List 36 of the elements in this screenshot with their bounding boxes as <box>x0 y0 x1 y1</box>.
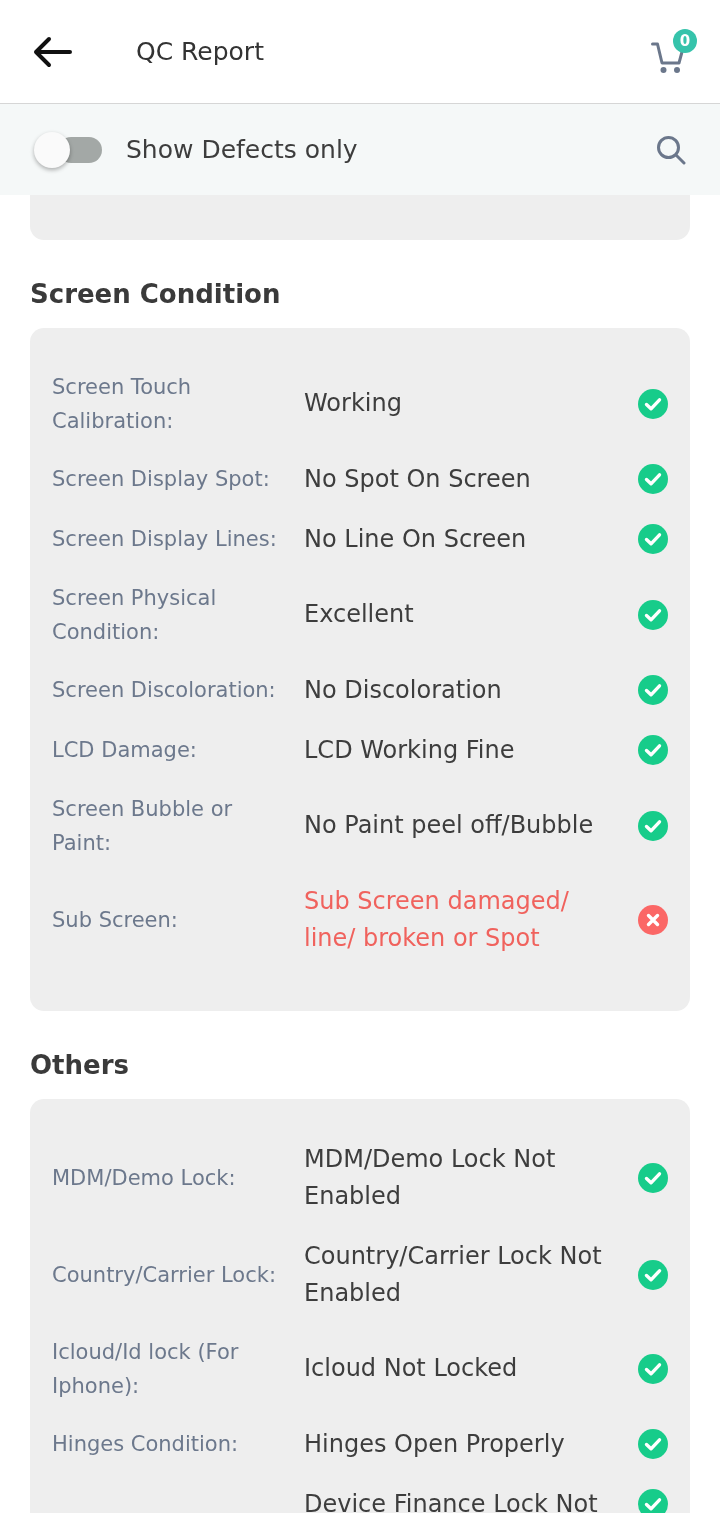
field-label: Icloud/Id lock (For Iphone): <box>52 1338 240 1400</box>
section-heading: Others <box>30 1049 130 1082</box>
back-button[interactable] <box>32 35 72 68</box>
field-label: Country/Carrier Lock: <box>52 1261 277 1289</box>
search-button[interactable] <box>656 134 686 165</box>
field-label: Screen Touch Calibration: <box>52 373 193 435</box>
field-value: Country/Carrier Lock Not Enabled <box>304 1240 603 1309</box>
search-icon <box>656 134 686 165</box>
field-value: Sub Screen damaged/ line/ broken or Spot <box>304 885 570 954</box>
field-value: Device Finance Lock Not <box>304 1488 599 1513</box>
toggle-switch[interactable] <box>34 131 102 168</box>
field-value: Working <box>304 388 403 419</box>
field-value: No Spot On Screen <box>304 463 532 495</box>
field-value: No Line On Screen <box>304 523 528 555</box>
field-value: No Discoloration <box>304 674 503 706</box>
field-label: Screen Bubble or Paint: <box>52 795 234 857</box>
field-value: Icloud Not Locked <box>304 1353 519 1384</box>
field-value: No Paint peel off/Bubble <box>304 810 595 841</box>
cart-count-badge: 0 <box>673 28 697 53</box>
section-heading: Screen Condition <box>30 278 282 311</box>
field-label: Hinges Condition: <box>52 1431 240 1458</box>
filter-label: Show Defects only <box>126 133 358 166</box>
field-label: Screen Physical Condition: <box>52 584 218 646</box>
field-label: Screen Display Lines: <box>52 526 278 553</box>
field-label: Sub Screen: <box>52 906 179 934</box>
field-value: MDM/Demo Lock Not Enabled <box>304 1143 557 1212</box>
field-label: Screen Discoloration: <box>52 677 277 704</box>
page-title: QC Report <box>136 36 264 67</box>
field-label: LCD Damage: <box>52 737 198 764</box>
field-value: LCD Working Fine <box>304 734 516 766</box>
cart-button[interactable]: 0 <box>651 28 697 75</box>
field-value: Hinges Open Properly <box>304 1428 566 1460</box>
field-label: Screen Display Spot: <box>52 466 271 493</box>
field-label: MDM/Demo Lock: <box>52 1164 237 1192</box>
field-value: Excellent <box>304 599 415 630</box>
back-arrow-icon <box>32 35 72 68</box>
